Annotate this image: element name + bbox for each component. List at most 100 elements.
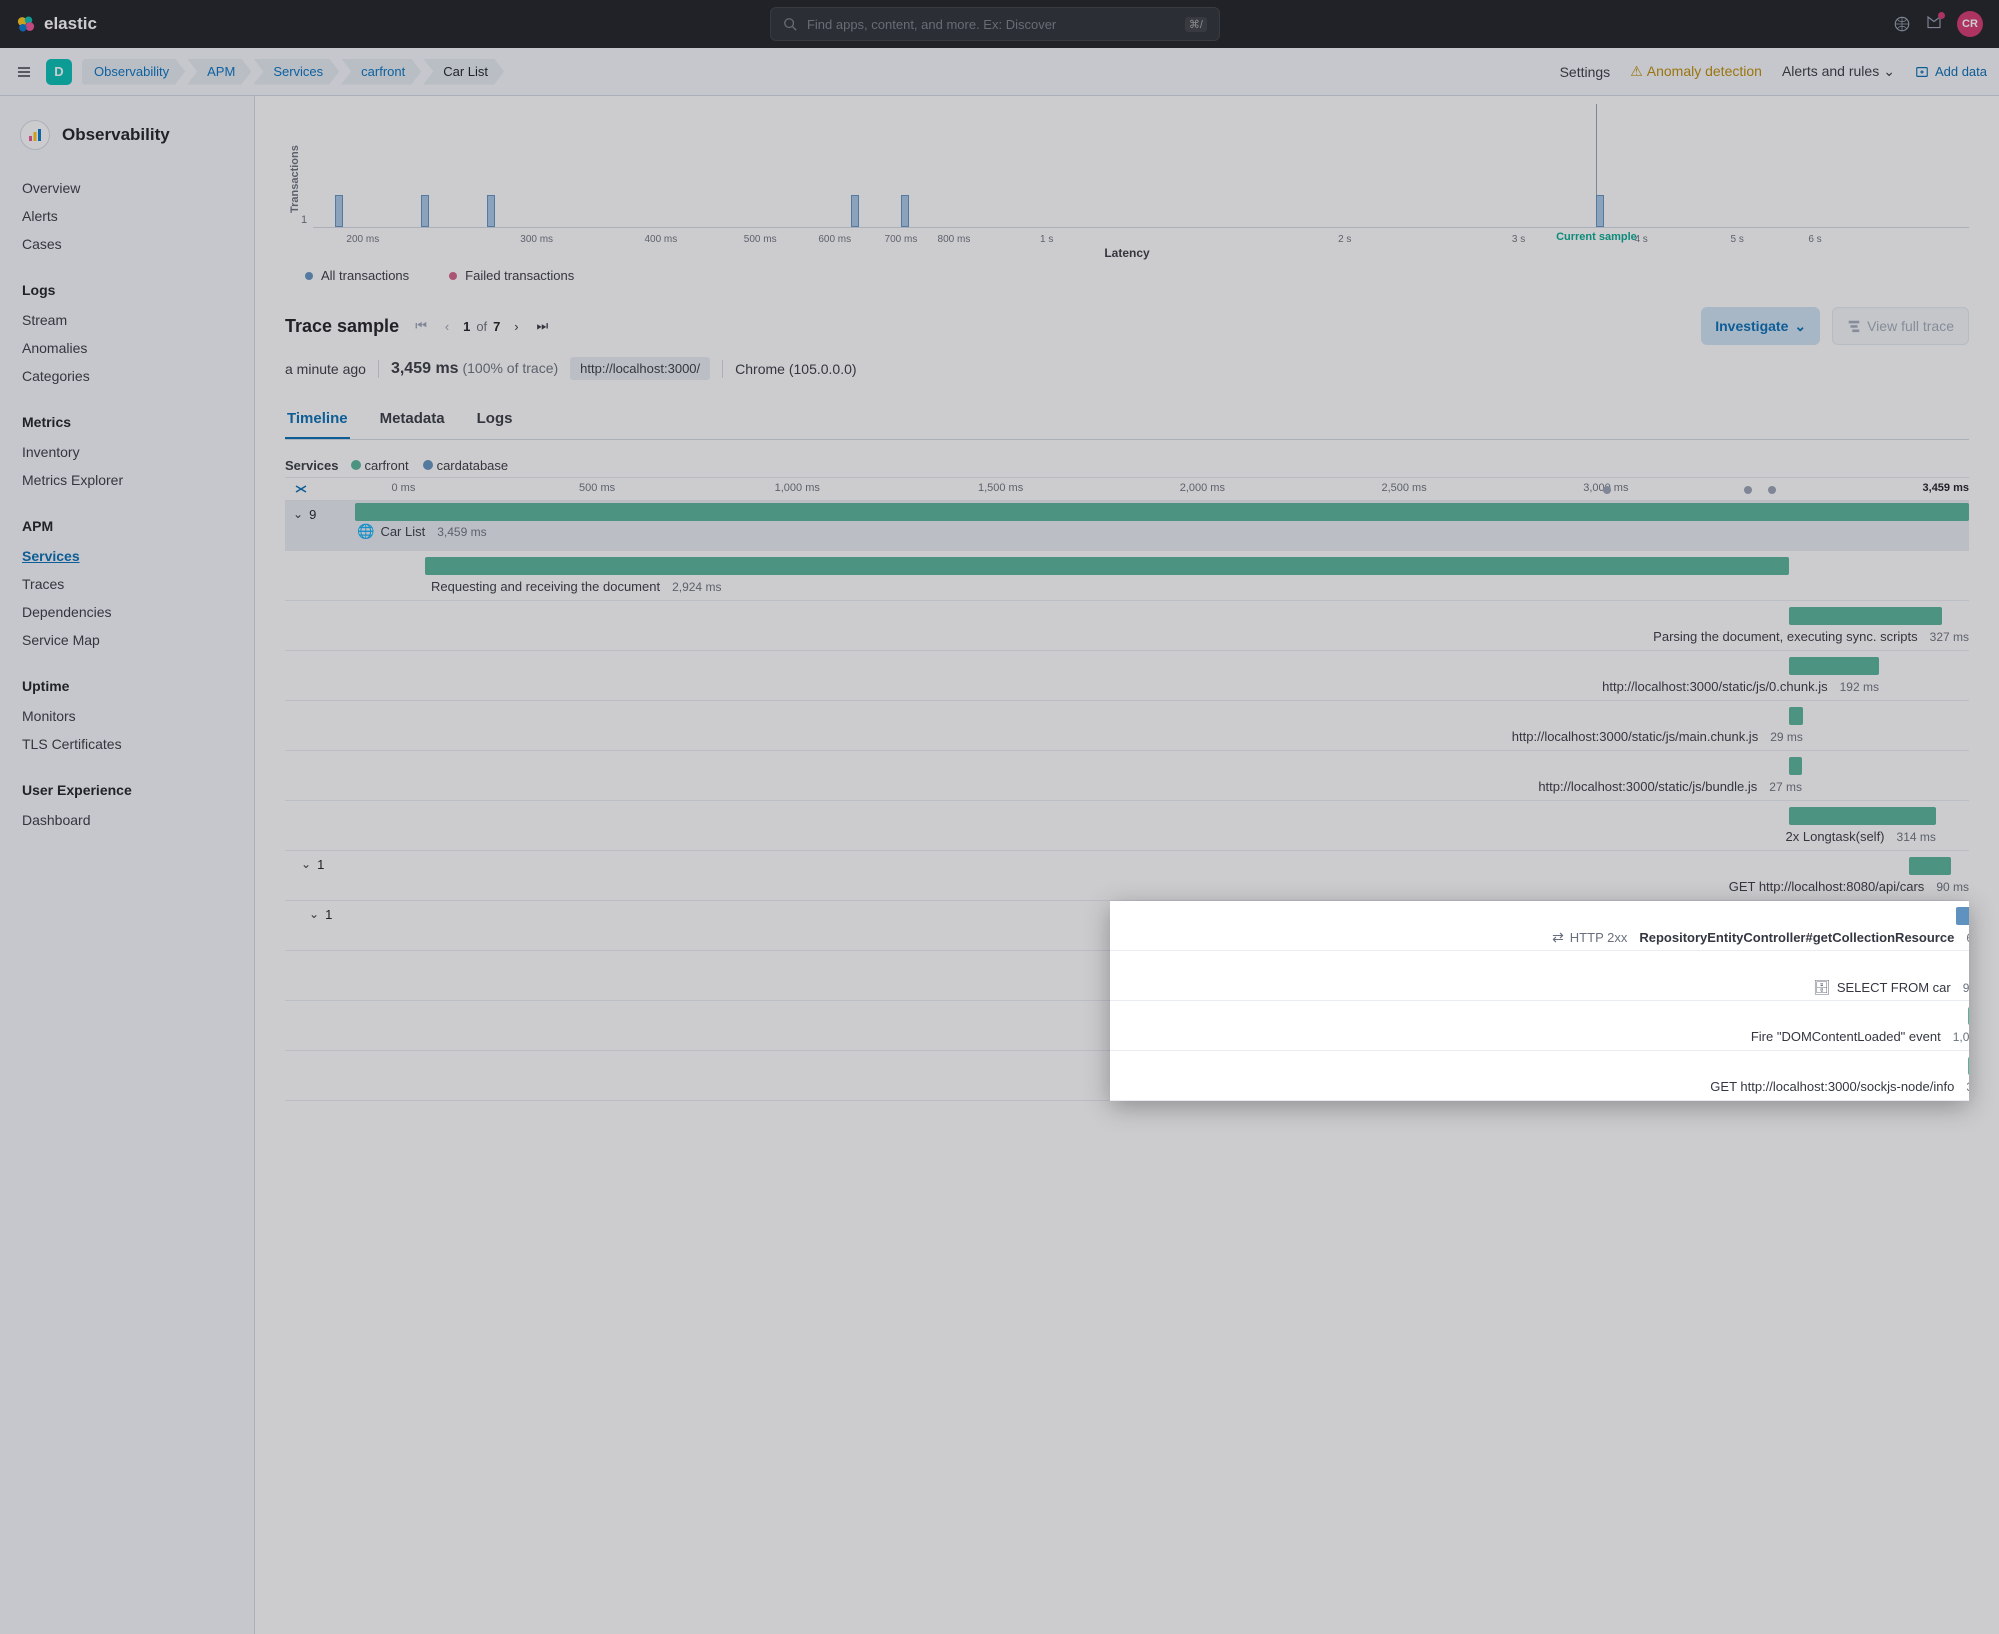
tab-logs[interactable]: Logs bbox=[475, 400, 515, 439]
legend-item[interactable]: Failed transactions bbox=[449, 268, 574, 283]
add-data-button[interactable]: Add data bbox=[1915, 64, 1987, 79]
sidebar-item-metrics-explorer[interactable]: Metrics Explorer bbox=[0, 466, 254, 494]
expand-toggle[interactable]: ⌄ bbox=[293, 507, 303, 521]
breadcrumb-carfront[interactable]: carfront bbox=[341, 59, 421, 85]
sidebar-item-anomalies[interactable]: Anomalies bbox=[0, 334, 254, 362]
span-row[interactable]: Parsing the document, executing sync. sc… bbox=[285, 601, 1969, 651]
trace-duration: 3,459 ms bbox=[391, 360, 459, 377]
sidebar-item-dashboard[interactable]: Dashboard bbox=[0, 806, 254, 834]
sidebar-item-dependencies[interactable]: Dependencies bbox=[0, 598, 254, 626]
span-name: Parsing the document, executing sync. sc… bbox=[1653, 629, 1917, 644]
collapse-all-icon[interactable] bbox=[293, 481, 309, 497]
span-bar[interactable] bbox=[1789, 607, 1942, 625]
tab-timeline[interactable]: Timeline bbox=[285, 400, 350, 439]
investigate-button[interactable]: Investigate⌄ bbox=[1701, 307, 1820, 345]
service-cardatabase[interactable]: cardatabase bbox=[423, 458, 509, 473]
pager-last[interactable]: ⏭ bbox=[532, 316, 552, 336]
settings-link[interactable]: Settings bbox=[1560, 64, 1611, 80]
pager-prev[interactable]: ‹ bbox=[437, 316, 457, 336]
user-avatar[interactable]: CR bbox=[1957, 11, 1983, 37]
expand-toggle[interactable]: ⌄ bbox=[301, 857, 311, 871]
chart-xtick: 800 ms bbox=[938, 234, 971, 245]
sidebar-item-stream[interactable]: Stream bbox=[0, 306, 254, 334]
chart-bar[interactable] bbox=[1596, 195, 1604, 227]
sidebar-item-alerts[interactable]: Alerts bbox=[0, 202, 254, 230]
space-badge[interactable]: D bbox=[46, 59, 72, 85]
chart-bar[interactable] bbox=[901, 195, 909, 227]
span-row[interactable]: http://localhost:3000/static/js/main.chu… bbox=[285, 701, 1969, 751]
span-row[interactable]: ⌄1⇄HTTP 2xxRepositoryEntityController#ge… bbox=[1110, 901, 1969, 951]
notification-dot bbox=[1938, 12, 1945, 19]
observability-icon bbox=[20, 120, 50, 150]
span-row[interactable]: 2x Longtask(self)314 ms bbox=[285, 801, 1969, 851]
span-row[interactable]: 🗄SELECT FROM car980 μs bbox=[1110, 951, 1969, 1001]
span-bar[interactable] bbox=[1789, 707, 1803, 725]
pager-total: 7 bbox=[493, 319, 500, 334]
service-carfront[interactable]: carfront bbox=[351, 458, 409, 473]
menu-toggle[interactable] bbox=[12, 60, 36, 84]
newsfeed-icon[interactable] bbox=[1925, 14, 1943, 35]
breadcrumb-apm[interactable]: APM bbox=[187, 59, 251, 85]
pager-first[interactable]: ⏮ bbox=[411, 316, 431, 336]
search-kbd: ⌘/ bbox=[1185, 17, 1207, 32]
chart-bar[interactable] bbox=[335, 195, 343, 227]
span-duration: 29 ms bbox=[1770, 730, 1803, 744]
brand-logo[interactable]: elastic bbox=[16, 14, 97, 34]
span-bar[interactable] bbox=[425, 557, 1789, 575]
sidebar-item-monitors[interactable]: Monitors bbox=[0, 702, 254, 730]
chart-bar[interactable] bbox=[487, 195, 495, 227]
span-row[interactable]: Fire "DOMContentLoaded" event1,000 μs bbox=[1110, 1001, 1969, 1051]
span-row[interactable]: http://localhost:3000/static/js/0.chunk.… bbox=[285, 651, 1969, 701]
sidebar-item-services[interactable]: Services bbox=[0, 542, 254, 570]
breadcrumb-observability[interactable]: Observability bbox=[82, 59, 185, 85]
ruler-mark[interactable] bbox=[1744, 486, 1752, 494]
trace-tabs: Timeline Metadata Logs bbox=[285, 400, 1969, 440]
sidebar-item-service-map[interactable]: Service Map bbox=[0, 626, 254, 654]
expand-toggle[interactable]: ⌄ bbox=[309, 907, 319, 921]
span-bar[interactable] bbox=[1789, 807, 1936, 825]
span-row[interactable]: GET http://localhost:3000/sockjs-node/in… bbox=[1110, 1051, 1969, 1101]
span-bar[interactable] bbox=[1789, 757, 1802, 775]
pager-next[interactable]: › bbox=[506, 316, 526, 336]
chart-legend: All transactions Failed transactions bbox=[285, 260, 1969, 291]
chart-bar[interactable] bbox=[421, 195, 429, 227]
sidebar-heading-user-experience: User Experience bbox=[0, 774, 254, 806]
tab-metadata[interactable]: Metadata bbox=[378, 400, 447, 439]
anomaly-link[interactable]: ⚠Anomaly detection bbox=[1630, 63, 1762, 80]
span-name: SELECT FROM car bbox=[1837, 980, 1951, 995]
breadcrumb-services[interactable]: Services bbox=[253, 59, 339, 85]
span-bar[interactable] bbox=[1789, 657, 1879, 675]
globe-icon: 🌐 bbox=[357, 523, 374, 540]
span-bar[interactable] bbox=[1968, 1007, 1969, 1025]
span-row[interactable]: http://localhost:3000/static/js/bundle.j… bbox=[285, 751, 1969, 801]
span-duration: 27 ms bbox=[1769, 780, 1802, 794]
sidebar-item-overview[interactable]: Overview bbox=[0, 174, 254, 202]
sidebar-item-inventory[interactable]: Inventory bbox=[0, 438, 254, 466]
ruler-mark[interactable] bbox=[1768, 486, 1776, 494]
span-name: Requesting and receiving the document bbox=[431, 579, 660, 594]
global-search[interactable]: Find apps, content, and more. Ex: Discov… bbox=[770, 7, 1220, 41]
span-bar[interactable] bbox=[1968, 1057, 1969, 1075]
ruler-tick: 1,500 ms bbox=[978, 482, 1023, 494]
sidebar-item-tls-certificates[interactable]: TLS Certificates bbox=[0, 730, 254, 758]
span-duration: 1,000 μs bbox=[1953, 1030, 1969, 1044]
trace-pager: ⏮ ‹ 1 of 7 › ⏭ bbox=[411, 316, 552, 336]
ruler-tick: 0 ms bbox=[391, 482, 415, 494]
span-row[interactable]: ⌄9🌐Car List3,459 ms bbox=[285, 501, 1969, 551]
span-bar[interactable] bbox=[355, 503, 1969, 521]
sidebar-item-cases[interactable]: Cases bbox=[0, 230, 254, 258]
span-name: GET http://localhost:3000/sockjs-node/in… bbox=[1710, 1079, 1954, 1094]
alerts-rules-link[interactable]: Alerts and rules⌄ bbox=[1782, 63, 1895, 80]
span-row[interactable]: Requesting and receiving the document2,9… bbox=[285, 551, 1969, 601]
trace-url-badge[interactable]: http://localhost:3000/ bbox=[570, 357, 710, 380]
sidebar-item-categories[interactable]: Categories bbox=[0, 362, 254, 390]
span-bar[interactable] bbox=[1956, 907, 1969, 925]
database-icon: 🗄 bbox=[1813, 979, 1831, 996]
view-full-trace-button[interactable]: View full trace bbox=[1832, 307, 1969, 345]
sidebar-item-traces[interactable]: Traces bbox=[0, 570, 254, 598]
legend-item[interactable]: All transactions bbox=[305, 268, 409, 283]
chart-bar[interactable] bbox=[851, 195, 859, 227]
span-bar[interactable] bbox=[1909, 857, 1951, 875]
grid-icon[interactable] bbox=[1893, 15, 1911, 33]
span-row[interactable]: ⌄1GET http://localhost:8080/api/cars90 m… bbox=[285, 851, 1969, 901]
